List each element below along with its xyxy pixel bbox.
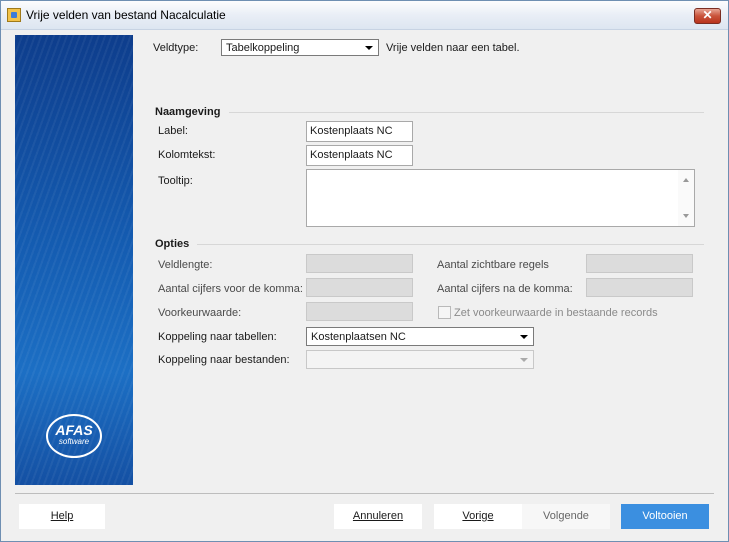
- title-bar: Vrije velden van bestand Nacalculatie ✕: [1, 1, 728, 30]
- chevron-down-icon: [365, 46, 373, 50]
- annuleren-button[interactable]: Annuleren: [334, 504, 422, 529]
- veldtype-value: Tabelkoppeling: [226, 42, 300, 54]
- divider: [197, 244, 704, 245]
- veldtype-label: Veldtype:: [153, 42, 199, 54]
- window-title: Vrije velden van bestand Nacalculatie: [26, 8, 226, 22]
- kolomtekst-label: Kolomtekst:: [158, 149, 216, 161]
- voorkeurwaarde-field: [306, 302, 413, 321]
- koppeling-tabellen-label: Koppeling naar tabellen:: [158, 331, 277, 343]
- kolomtekst-field[interactable]: Kostenplaats NC: [306, 145, 413, 166]
- koppeling-bestanden-select: [306, 350, 534, 369]
- koppeling-tabellen-value: Kostenplaatsen NC: [311, 331, 406, 343]
- tooltip-label: Tooltip:: [158, 175, 193, 187]
- zichtbare-regels-label: Aantal zichtbare regels: [437, 259, 549, 271]
- vorige-button-label: Vorige: [462, 510, 494, 522]
- volgende-button: Volgende: [522, 504, 610, 529]
- scroll-down-icon[interactable]: [683, 214, 689, 218]
- afas-side-banner: AFAS AFAS software: [15, 35, 133, 485]
- voltooien-button[interactable]: Voltooien: [621, 504, 709, 529]
- label-label: Label:: [158, 125, 188, 137]
- koppeling-bestanden-label: Koppeling naar bestanden:: [158, 354, 290, 366]
- zichtbare-regels-field: [586, 254, 693, 273]
- zet-voorkeurwaarde-label: Zet voorkeurwaarde in bestaande records: [454, 307, 658, 319]
- dialog-window: Vrije velden van bestand Nacalculatie ✕ …: [0, 0, 729, 542]
- footer-divider: [15, 493, 714, 494]
- scroll-up-icon[interactable]: [683, 178, 689, 182]
- chevron-down-icon: [520, 335, 528, 339]
- veldtype-select[interactable]: Tabelkoppeling: [221, 39, 379, 56]
- cijfers-voor-field: [306, 278, 413, 297]
- annuleren-button-label: Annuleren: [352, 510, 404, 522]
- chevron-down-icon: [520, 358, 528, 362]
- label-field[interactable]: Kostenplaats NC: [306, 121, 413, 142]
- help-button[interactable]: Help: [19, 504, 105, 529]
- app-icon: [7, 8, 21, 22]
- tooltip-scrollbar[interactable]: [678, 170, 694, 226]
- afas-logo-tagline: software: [58, 437, 90, 446]
- section-naamgeving: Naamgeving: [155, 106, 221, 118]
- cijfers-na-field: [586, 278, 693, 297]
- cijfers-na-label: Aantal cijfers na de komma:: [437, 283, 573, 295]
- zet-voorkeurwaarde-checkbox[interactable]: [438, 306, 451, 319]
- afas-logo: AFAS software: [46, 414, 102, 458]
- cijfers-voor-label: Aantal cijfers voor de komma:: [158, 283, 303, 295]
- tooltip-textarea[interactable]: [306, 169, 695, 227]
- veldlengte-field: [306, 254, 413, 273]
- banner-watermark: AFAS: [15, 155, 35, 466]
- vorige-button[interactable]: Vorige: [434, 504, 522, 529]
- help-button-label: Help: [50, 510, 74, 522]
- veldtype-description: Vrije velden naar een tabel.: [386, 42, 520, 54]
- section-opties: Opties: [155, 238, 190, 250]
- veldlengte-label: Veldlengte:: [158, 259, 213, 271]
- koppeling-tabellen-select[interactable]: Kostenplaatsen NC: [306, 327, 534, 346]
- afas-logo-name: AFAS: [55, 422, 93, 438]
- divider: [229, 112, 704, 113]
- close-button[interactable]: ✕: [694, 8, 721, 24]
- voorkeurwaarde-label: Voorkeurwaarde:: [158, 307, 242, 319]
